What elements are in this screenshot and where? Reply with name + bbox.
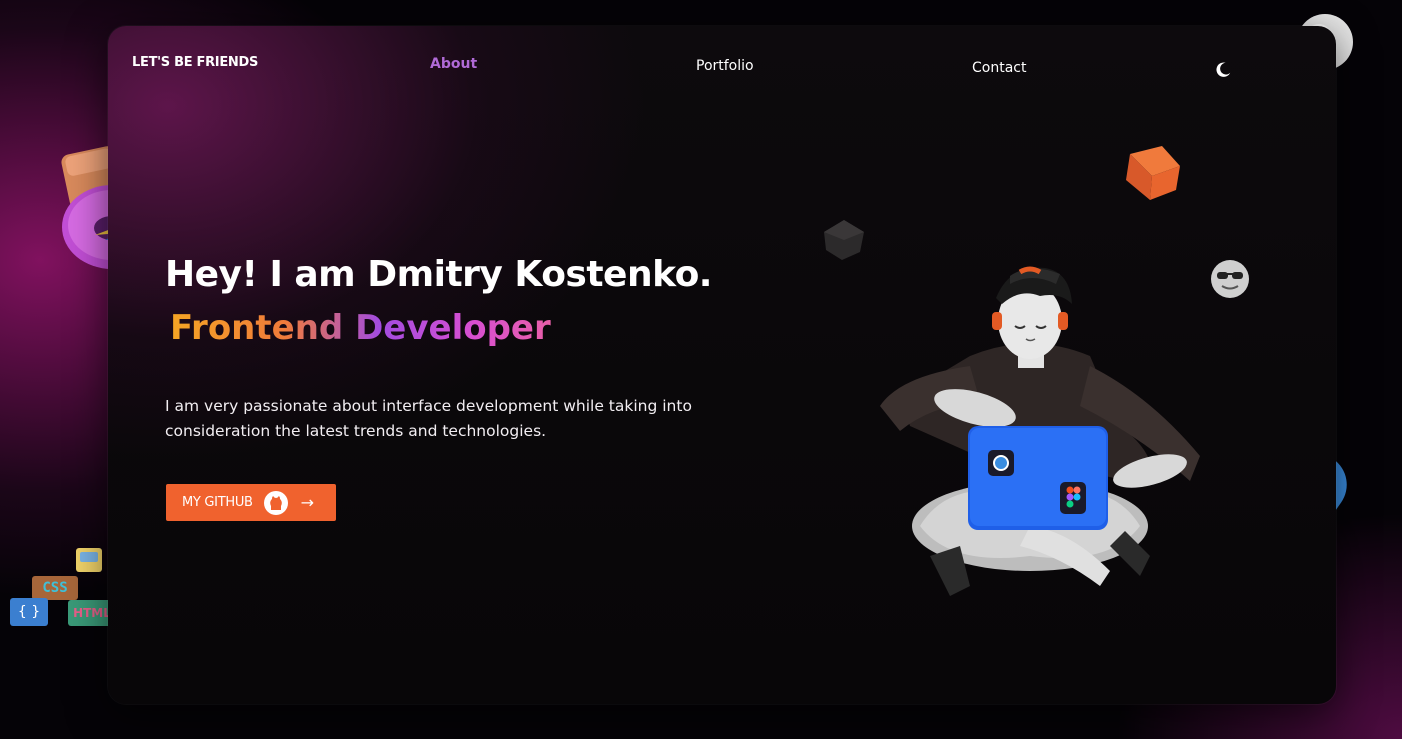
sunglasses-emoji-icon	[1211, 260, 1249, 298]
nav-link-about[interactable]: About	[430, 56, 477, 72]
brand-logo[interactable]: LET'S BE FRIENDS	[132, 55, 258, 70]
hero-greeting: Hey! I am Dmitry Kostenko.	[165, 254, 713, 295]
arrow-right-icon: →	[300, 493, 315, 512]
hero-card: LET'S BE FRIENDS About Portfolio Contact…	[108, 26, 1336, 704]
hero-description: I am very passionate about interface dev…	[165, 397, 692, 440]
nav-link-portfolio[interactable]: Portfolio	[696, 58, 754, 74]
moon-icon[interactable]	[1214, 61, 1232, 79]
github-button[interactable]: MY GITHUB →	[166, 484, 336, 521]
hero-role: Frontend Developer	[170, 308, 551, 348]
developer-illustration	[880, 266, 1200, 596]
github-button-label: MY GITHUB	[182, 495, 253, 510]
code-blocks-icon: CSS { } HTML	[8, 548, 118, 630]
braces-block: { }	[10, 598, 48, 626]
css-block: CSS	[32, 576, 78, 600]
nav-link-contact[interactable]: Contact	[972, 60, 1026, 76]
github-icon	[263, 490, 288, 515]
orange-cube-icon	[1126, 146, 1180, 200]
